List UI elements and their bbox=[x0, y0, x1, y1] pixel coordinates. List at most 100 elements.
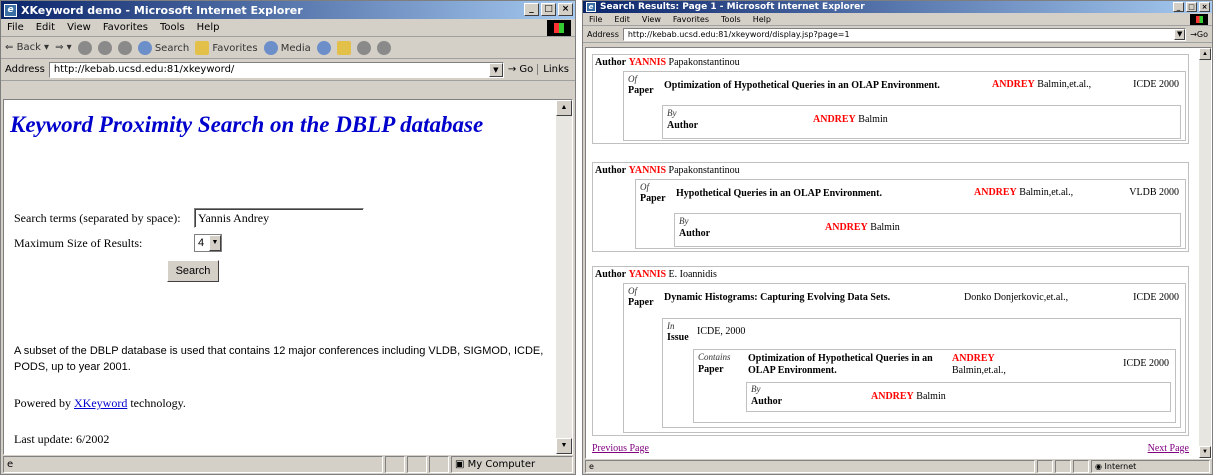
scroll-up-icon[interactable]: ▲ bbox=[1199, 48, 1211, 60]
menu-view[interactable]: View bbox=[67, 22, 91, 33]
close-button[interactable]: × bbox=[1199, 2, 1210, 12]
menu-help[interactable]: Help bbox=[753, 15, 771, 24]
keyword-match: YANNIS bbox=[628, 269, 667, 280]
status-bar: e ▣ My Computer bbox=[1, 454, 575, 474]
results-window: e Search Results: Page 1 - Microsoft Int… bbox=[582, 0, 1213, 475]
author-row: Author YANNIS E. Ioannidis bbox=[595, 269, 1186, 280]
in-label: In bbox=[667, 321, 675, 331]
media-button[interactable]: Media bbox=[263, 40, 311, 55]
address-input[interactable]: http://kebab.ucsd.edu:81/xkeyword/▼ bbox=[48, 61, 504, 78]
of-label: Of bbox=[640, 182, 649, 192]
status-bar: e ◉ Internet bbox=[583, 458, 1212, 474]
status-zone: ▣ My Computer bbox=[451, 455, 573, 473]
search-button[interactable]: Search bbox=[167, 260, 219, 282]
toolbar: ⇐ Back ▾ ⇒ ▾ Search Favorites Media bbox=[1, 37, 575, 59]
powered-by-text: Powered by XKeyword technology. bbox=[14, 396, 186, 410]
close-button[interactable]: × bbox=[558, 3, 573, 16]
search-button[interactable]: Search bbox=[137, 40, 189, 55]
xkeyword-link[interactable]: XKeyword bbox=[74, 396, 127, 410]
contained-paper-venue: ICDE 2000 bbox=[1123, 358, 1169, 369]
issue-label: Issue bbox=[667, 332, 689, 343]
search-terms-label: Search terms (separated by space): bbox=[14, 211, 181, 225]
contains-box: Contains Paper Optimization of Hypotheti… bbox=[693, 349, 1176, 423]
history-icon[interactable] bbox=[316, 40, 331, 55]
contains-label: Contains bbox=[698, 352, 731, 362]
address-label: Address bbox=[5, 64, 45, 75]
title-bar[interactable]: e Search Results: Page 1 - Microsoft Int… bbox=[583, 1, 1212, 13]
mail-icon[interactable] bbox=[336, 40, 351, 55]
maximize-button[interactable]: □ bbox=[541, 3, 556, 16]
paper-label: Paper bbox=[698, 364, 724, 375]
paper-venue: ICDE 2000 bbox=[1133, 292, 1179, 303]
scroll-down-icon[interactable]: ▼ bbox=[1199, 446, 1211, 458]
menu-favorites[interactable]: Favorites bbox=[673, 15, 709, 24]
maximize-button[interactable]: □ bbox=[1186, 2, 1197, 12]
vertical-scrollbar[interactable]: ▲ ▼ bbox=[1199, 48, 1211, 458]
computer-icon: ▣ bbox=[455, 458, 465, 470]
search-input[interactable]: Yannis Andrey bbox=[194, 208, 364, 228]
issue-box: In Issue ICDE, 2000 Contains Paper Optim… bbox=[662, 318, 1181, 428]
previous-page-link[interactable]: Previous Page bbox=[592, 443, 649, 454]
forward-button[interactable]: ⇒ ▾ bbox=[55, 42, 72, 53]
by-author-box: By Author ANDREY Balmin bbox=[746, 382, 1171, 412]
edit-icon[interactable] bbox=[376, 40, 391, 55]
status-cell bbox=[407, 455, 427, 473]
minimize-button[interactable]: _ bbox=[1173, 2, 1184, 12]
go-button[interactable]: → Go bbox=[508, 64, 533, 75]
author-label: Author bbox=[751, 396, 783, 407]
print-icon[interactable] bbox=[356, 40, 371, 55]
address-dropdown-icon[interactable]: ▼ bbox=[1174, 28, 1186, 40]
of-label: Of bbox=[628, 74, 637, 84]
menu-view[interactable]: View bbox=[642, 15, 661, 24]
address-label: Address bbox=[587, 29, 619, 39]
globe-icon: ◉ bbox=[1095, 461, 1102, 471]
page-content: Keyword Proximity Search on the DBLP dat… bbox=[3, 99, 573, 455]
paper-label: Paper bbox=[628, 297, 654, 308]
author-label: Author bbox=[667, 120, 699, 131]
max-size-label: Maximum Size of Results: bbox=[14, 236, 143, 250]
result-block: Author YANNIS E. Ioannidis Of Paper Dyna… bbox=[592, 266, 1189, 436]
scroll-down-icon[interactable]: ▼ bbox=[556, 438, 572, 454]
menu-file[interactable]: File bbox=[589, 15, 602, 24]
scroll-up-icon[interactable]: ▲ bbox=[556, 100, 572, 116]
vertical-scrollbar[interactable]: ▲ ▼ bbox=[556, 100, 572, 454]
menu-help[interactable]: Help bbox=[197, 22, 220, 33]
menu-file[interactable]: File bbox=[7, 22, 24, 33]
by-author-name: ANDREY Balmin bbox=[813, 114, 888, 125]
by-author-box: By Author ANDREY Balmin bbox=[662, 105, 1181, 139]
refresh-icon[interactable] bbox=[97, 40, 112, 55]
favorites-icon bbox=[195, 40, 210, 55]
media-icon bbox=[263, 40, 278, 55]
home-icon[interactable] bbox=[117, 40, 132, 55]
by-label: By bbox=[667, 108, 677, 118]
author-label: Author bbox=[595, 57, 627, 68]
menu-edit[interactable]: Edit bbox=[614, 15, 630, 24]
go-button[interactable]: →Go bbox=[1190, 30, 1212, 39]
menu-bar: File Edit View Favorites Tools Help bbox=[1, 19, 575, 37]
result-block: Author YANNIS Papakonstantinou Of Paper … bbox=[592, 162, 1189, 252]
favorites-button[interactable]: Favorites bbox=[195, 40, 258, 55]
links-button[interactable]: Links bbox=[537, 64, 575, 75]
of-label: Of bbox=[628, 286, 637, 296]
minimize-button[interactable]: _ bbox=[524, 3, 539, 16]
stop-icon[interactable] bbox=[77, 40, 92, 55]
paper-authors: ANDREY Balmin,et.al., bbox=[974, 187, 1074, 198]
last-update-text: Last update: 6/2002 bbox=[14, 432, 110, 446]
address-input[interactable]: http://kebab.ucsd.edu:81/xkeyword/displa… bbox=[622, 27, 1187, 41]
paper-box: Of Paper Optimization of Hypothetical Qu… bbox=[623, 71, 1186, 141]
back-button[interactable]: ⇐ Back ▾ bbox=[5, 42, 49, 53]
page-icon: e bbox=[7, 458, 14, 470]
title-bar[interactable]: e XKeyword demo - Microsoft Internet Exp… bbox=[1, 1, 575, 19]
windows-logo-icon bbox=[547, 20, 571, 36]
next-page-link[interactable]: Next Page bbox=[1148, 443, 1189, 454]
xkeyword-window: e XKeyword demo - Microsoft Internet Exp… bbox=[0, 0, 576, 475]
max-size-select[interactable]: 4 ▼ bbox=[194, 234, 222, 252]
menu-tools[interactable]: Tools bbox=[721, 15, 741, 24]
paper-label: Paper bbox=[640, 193, 666, 204]
menu-tools[interactable]: Tools bbox=[160, 22, 185, 33]
address-dropdown-icon[interactable]: ▼ bbox=[488, 62, 503, 77]
menu-edit[interactable]: Edit bbox=[36, 22, 55, 33]
author-name: Papakonstantinou bbox=[668, 165, 740, 176]
menu-favorites[interactable]: Favorites bbox=[103, 22, 148, 33]
contained-paper-authors: Balmin,et.al., bbox=[952, 365, 1006, 376]
